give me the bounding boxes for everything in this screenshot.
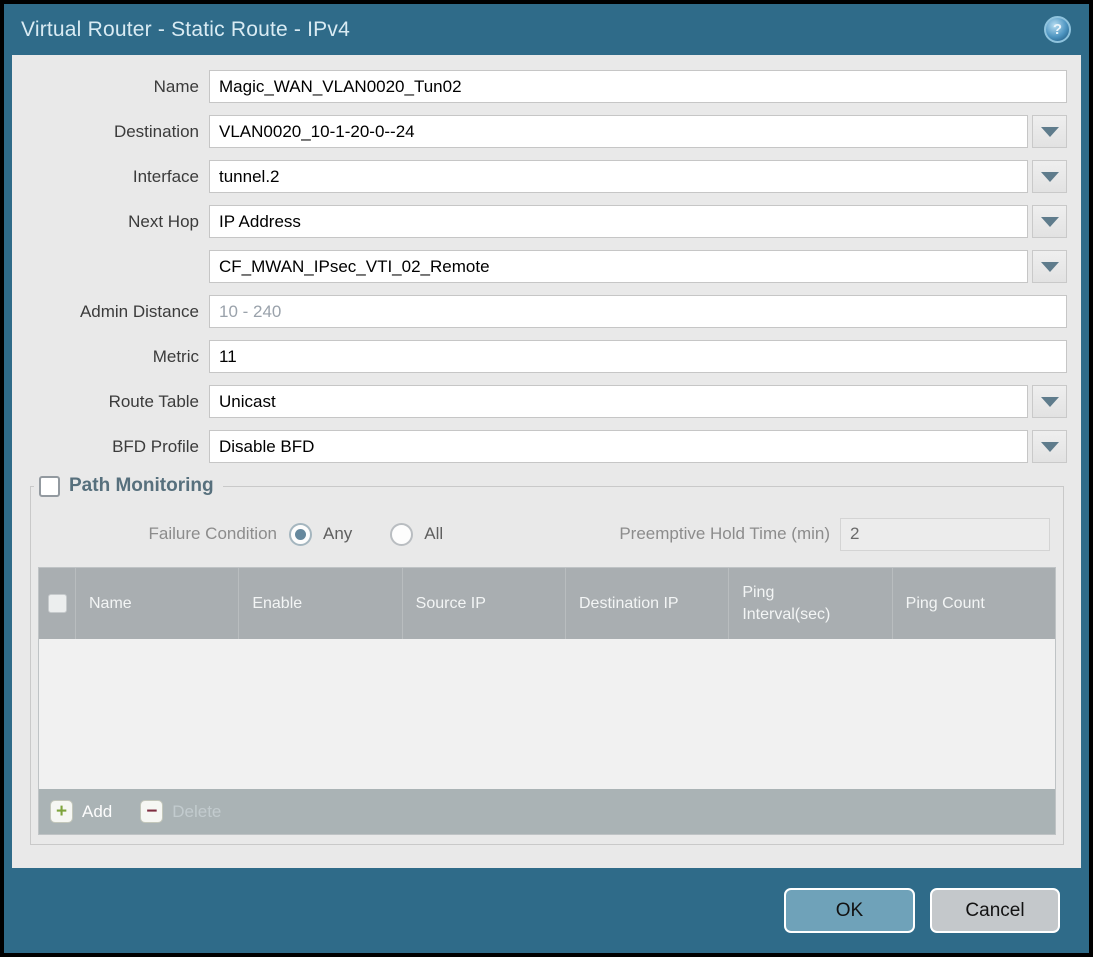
route-table-row: Route Table [12, 385, 1081, 418]
preemptive-hold-time-label: Preemptive Hold Time (min) [619, 524, 840, 544]
next-hop-row: Next Hop [12, 205, 1081, 238]
delete-button-label: Delete [172, 802, 221, 822]
bfd-profile-row: BFD Profile [12, 430, 1081, 463]
chevron-down-icon [1041, 442, 1059, 452]
next-hop-address-row [12, 250, 1081, 283]
column-header-ping-interval: Ping Interval(sec) [728, 568, 891, 639]
route-table-dropdown-button[interactable] [1032, 385, 1067, 418]
next-hop-dropdown-button[interactable] [1032, 205, 1067, 238]
chevron-down-icon [1041, 397, 1059, 407]
table-header-row: Name Enable Source IP Destination IP Pin… [39, 568, 1055, 639]
column-header-destination-ip: Destination IP [565, 568, 728, 639]
failure-condition-all-option: All [390, 523, 443, 546]
table-header-checkbox-cell [39, 568, 75, 639]
bfd-profile-input[interactable] [209, 430, 1028, 463]
chevron-down-icon [1041, 172, 1059, 182]
dialog-footer: OK Cancel [4, 868, 1089, 953]
cancel-button[interactable]: Cancel [930, 888, 1060, 933]
interface-input[interactable] [209, 160, 1028, 193]
next-hop-label: Next Hop [12, 212, 209, 232]
destination-row: Destination [12, 115, 1081, 148]
column-header-name: Name [75, 568, 238, 639]
bfd-profile-label: BFD Profile [12, 437, 209, 457]
admin-distance-input[interactable] [209, 295, 1067, 328]
column-header-source-ip: Source IP [402, 568, 565, 639]
dialog-content: Name Destination Interface Next Hop [12, 55, 1081, 868]
path-monitoring-table: Name Enable Source IP Destination IP Pin… [38, 567, 1056, 835]
name-input[interactable] [209, 70, 1067, 103]
radio-all-label: All [424, 524, 443, 544]
add-button[interactable]: + Add [50, 800, 112, 823]
path-monitoring-group: Path Monitoring Failure Condition Any Al… [30, 475, 1064, 845]
failure-condition-row: Failure Condition Any All Preemptive Hol… [31, 517, 1063, 551]
metric-input[interactable] [209, 340, 1067, 373]
dialog-title: Virtual Router - Static Route - IPv4 [21, 18, 350, 42]
failure-condition-any-option: Any [289, 523, 352, 546]
name-row: Name [12, 70, 1081, 103]
interface-dropdown-button[interactable] [1032, 160, 1067, 193]
column-header-enable: Enable [238, 568, 401, 639]
destination-dropdown-button[interactable] [1032, 115, 1067, 148]
metric-row: Metric [12, 340, 1081, 373]
name-label: Name [12, 77, 209, 97]
next-hop-address-dropdown-button[interactable] [1032, 250, 1067, 283]
delete-button[interactable]: − Delete [140, 800, 221, 823]
select-all-checkbox[interactable] [48, 594, 67, 613]
destination-input[interactable] [209, 115, 1028, 148]
plus-icon: + [50, 800, 73, 823]
table-body-empty [39, 639, 1055, 789]
interface-label: Interface [12, 167, 209, 187]
table-toolbar: + Add − Delete [39, 789, 1055, 834]
destination-label: Destination [12, 122, 209, 142]
chevron-down-icon [1041, 262, 1059, 272]
next-hop-address-input[interactable] [209, 250, 1028, 283]
path-monitoring-title: Path Monitoring [69, 475, 214, 497]
radio-all[interactable] [390, 523, 413, 546]
column-header-ping-count: Ping Count [892, 568, 1055, 639]
radio-any-label: Any [323, 524, 352, 544]
dialog-titlebar: Virtual Router - Static Route - IPv4 ? [4, 4, 1089, 55]
chevron-down-icon [1041, 127, 1059, 137]
chevron-down-icon [1041, 217, 1059, 227]
bfd-profile-dropdown-button[interactable] [1032, 430, 1067, 463]
path-monitoring-checkbox[interactable] [39, 476, 60, 497]
route-table-label: Route Table [12, 392, 209, 412]
admin-distance-row: Admin Distance [12, 295, 1081, 328]
admin-distance-label: Admin Distance [12, 302, 209, 322]
route-table-input[interactable] [209, 385, 1028, 418]
minus-icon: − [140, 800, 163, 823]
failure-condition-label: Failure Condition [31, 524, 289, 544]
preemptive-hold-time-input[interactable] [840, 518, 1050, 551]
help-icon[interactable]: ? [1044, 16, 1071, 43]
add-button-label: Add [82, 802, 112, 822]
path-monitoring-legend: Path Monitoring [34, 475, 223, 497]
metric-label: Metric [12, 347, 209, 367]
interface-row: Interface [12, 160, 1081, 193]
static-route-dialog: Virtual Router - Static Route - IPv4 ? N… [4, 4, 1089, 953]
radio-any[interactable] [289, 523, 312, 546]
ok-button[interactable]: OK [784, 888, 915, 933]
next-hop-type-input[interactable] [209, 205, 1028, 238]
